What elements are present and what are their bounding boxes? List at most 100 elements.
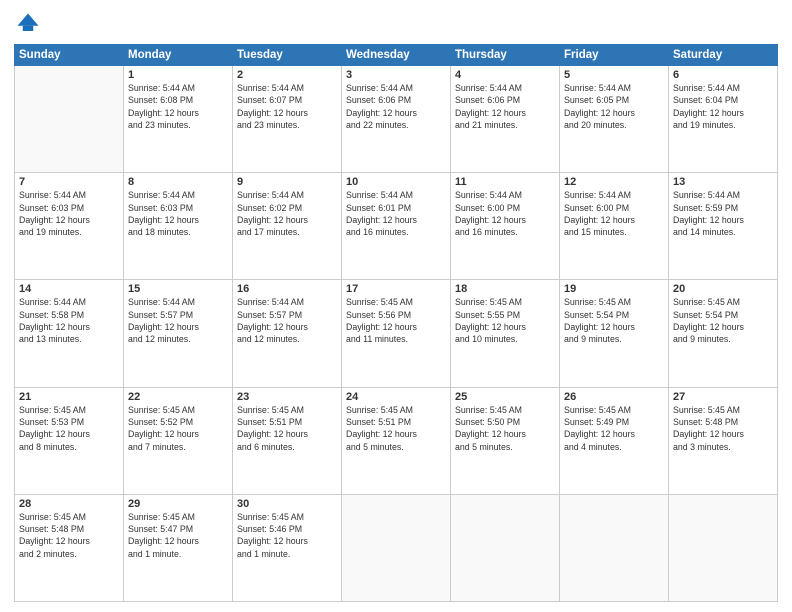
sunrise-label: Sunrise: 5:44 AM — [19, 297, 86, 307]
day-info: Sunrise: 5:44 AM Sunset: 6:04 PM Dayligh… — [673, 82, 773, 131]
calendar-week-3: 14 Sunrise: 5:44 AM Sunset: 5:58 PM Dayl… — [15, 280, 778, 387]
sunset-label: Sunset: 5:56 PM — [346, 310, 411, 320]
day-number: 22 — [128, 391, 228, 403]
sunrise-label: Sunrise: 5:45 AM — [455, 405, 522, 415]
sunrise-label: Sunrise: 5:44 AM — [237, 297, 304, 307]
daylight-label: Daylight: 12 hours and 9 minutes. — [564, 322, 635, 344]
daylight-label: Daylight: 12 hours and 21 minutes. — [455, 108, 526, 130]
calendar-cell: 21 Sunrise: 5:45 AM Sunset: 5:53 PM Dayl… — [15, 387, 124, 494]
calendar-cell: 24 Sunrise: 5:45 AM Sunset: 5:51 PM Dayl… — [342, 387, 451, 494]
calendar-cell: 9 Sunrise: 5:44 AM Sunset: 6:02 PM Dayli… — [233, 173, 342, 280]
sunset-label: Sunset: 6:06 PM — [455, 95, 520, 105]
day-number: 7 — [19, 176, 119, 188]
daylight-label: Daylight: 12 hours and 18 minutes. — [128, 215, 199, 237]
day-info: Sunrise: 5:45 AM Sunset: 5:51 PM Dayligh… — [237, 404, 337, 453]
day-info: Sunrise: 5:44 AM Sunset: 6:00 PM Dayligh… — [455, 189, 555, 238]
sunrise-label: Sunrise: 5:45 AM — [564, 297, 631, 307]
day-number: 15 — [128, 283, 228, 295]
daylight-label: Daylight: 12 hours and 2 minutes. — [19, 536, 90, 558]
day-number: 6 — [673, 69, 773, 81]
daylight-label: Daylight: 12 hours and 12 minutes. — [128, 322, 199, 344]
sunset-label: Sunset: 5:58 PM — [19, 310, 84, 320]
sunset-label: Sunset: 5:46 PM — [237, 524, 302, 534]
day-info: Sunrise: 5:45 AM Sunset: 5:54 PM Dayligh… — [673, 296, 773, 345]
day-number: 21 — [19, 391, 119, 403]
calendar-cell: 19 Sunrise: 5:45 AM Sunset: 5:54 PM Dayl… — [560, 280, 669, 387]
sunset-label: Sunset: 6:08 PM — [128, 95, 193, 105]
day-header-sunday: Sunday — [15, 45, 124, 66]
day-header-wednesday: Wednesday — [342, 45, 451, 66]
day-info: Sunrise: 5:44 AM Sunset: 6:01 PM Dayligh… — [346, 189, 446, 238]
sunset-label: Sunset: 6:03 PM — [19, 203, 84, 213]
day-number: 2 — [237, 69, 337, 81]
calendar-cell: 4 Sunrise: 5:44 AM Sunset: 6:06 PM Dayli… — [451, 66, 560, 173]
sunset-label: Sunset: 6:07 PM — [237, 95, 302, 105]
day-info: Sunrise: 5:45 AM Sunset: 5:51 PM Dayligh… — [346, 404, 446, 453]
sunrise-label: Sunrise: 5:45 AM — [237, 512, 304, 522]
daylight-label: Daylight: 12 hours and 10 minutes. — [455, 322, 526, 344]
sunset-label: Sunset: 5:57 PM — [237, 310, 302, 320]
calendar-cell — [560, 494, 669, 601]
sunset-label: Sunset: 6:03 PM — [128, 203, 193, 213]
day-info: Sunrise: 5:44 AM Sunset: 5:57 PM Dayligh… — [128, 296, 228, 345]
day-number: 27 — [673, 391, 773, 403]
day-header-saturday: Saturday — [669, 45, 778, 66]
daylight-label: Daylight: 12 hours and 7 minutes. — [128, 429, 199, 451]
calendar-cell: 2 Sunrise: 5:44 AM Sunset: 6:07 PM Dayli… — [233, 66, 342, 173]
sunrise-label: Sunrise: 5:44 AM — [128, 83, 195, 93]
logo — [14, 10, 46, 38]
daylight-label: Daylight: 12 hours and 6 minutes. — [237, 429, 308, 451]
day-info: Sunrise: 5:45 AM Sunset: 5:52 PM Dayligh… — [128, 404, 228, 453]
day-info: Sunrise: 5:45 AM Sunset: 5:48 PM Dayligh… — [673, 404, 773, 453]
day-number: 5 — [564, 69, 664, 81]
calendar-cell — [451, 494, 560, 601]
day-number: 3 — [346, 69, 446, 81]
day-info: Sunrise: 5:44 AM Sunset: 6:00 PM Dayligh… — [564, 189, 664, 238]
sunset-label: Sunset: 6:04 PM — [673, 95, 738, 105]
day-info: Sunrise: 5:44 AM Sunset: 6:06 PM Dayligh… — [346, 82, 446, 131]
daylight-label: Daylight: 12 hours and 20 minutes. — [564, 108, 635, 130]
sunset-label: Sunset: 5:59 PM — [673, 203, 738, 213]
daylight-label: Daylight: 12 hours and 3 minutes. — [673, 429, 744, 451]
calendar-header-row: SundayMondayTuesdayWednesdayThursdayFrid… — [15, 45, 778, 66]
day-header-monday: Monday — [124, 45, 233, 66]
daylight-label: Daylight: 12 hours and 17 minutes. — [237, 215, 308, 237]
sunrise-label: Sunrise: 5:45 AM — [19, 405, 86, 415]
calendar-week-2: 7 Sunrise: 5:44 AM Sunset: 6:03 PM Dayli… — [15, 173, 778, 280]
sunset-label: Sunset: 5:48 PM — [19, 524, 84, 534]
daylight-label: Daylight: 12 hours and 8 minutes. — [19, 429, 90, 451]
calendar-cell: 12 Sunrise: 5:44 AM Sunset: 6:00 PM Dayl… — [560, 173, 669, 280]
calendar-table: SundayMondayTuesdayWednesdayThursdayFrid… — [14, 44, 778, 602]
sunrise-label: Sunrise: 5:45 AM — [128, 405, 195, 415]
daylight-label: Daylight: 12 hours and 5 minutes. — [346, 429, 417, 451]
sunset-label: Sunset: 5:49 PM — [564, 417, 629, 427]
daylight-label: Daylight: 12 hours and 4 minutes. — [564, 429, 635, 451]
day-header-tuesday: Tuesday — [233, 45, 342, 66]
calendar-cell: 20 Sunrise: 5:45 AM Sunset: 5:54 PM Dayl… — [669, 280, 778, 387]
day-number: 29 — [128, 498, 228, 510]
daylight-label: Daylight: 12 hours and 13 minutes. — [19, 322, 90, 344]
daylight-label: Daylight: 12 hours and 16 minutes. — [346, 215, 417, 237]
daylight-label: Daylight: 12 hours and 11 minutes. — [346, 322, 417, 344]
sunset-label: Sunset: 5:48 PM — [673, 417, 738, 427]
calendar-cell: 27 Sunrise: 5:45 AM Sunset: 5:48 PM Dayl… — [669, 387, 778, 494]
daylight-label: Daylight: 12 hours and 5 minutes. — [455, 429, 526, 451]
daylight-label: Daylight: 12 hours and 15 minutes. — [564, 215, 635, 237]
day-number: 4 — [455, 69, 555, 81]
sunrise-label: Sunrise: 5:45 AM — [564, 405, 631, 415]
sunrise-label: Sunrise: 5:45 AM — [237, 405, 304, 415]
sunrise-label: Sunrise: 5:44 AM — [237, 190, 304, 200]
calendar-cell: 26 Sunrise: 5:45 AM Sunset: 5:49 PM Dayl… — [560, 387, 669, 494]
calendar-cell: 8 Sunrise: 5:44 AM Sunset: 6:03 PM Dayli… — [124, 173, 233, 280]
calendar-cell: 14 Sunrise: 5:44 AM Sunset: 5:58 PM Dayl… — [15, 280, 124, 387]
daylight-label: Daylight: 12 hours and 12 minutes. — [237, 322, 308, 344]
sunset-label: Sunset: 6:00 PM — [564, 203, 629, 213]
day-number: 19 — [564, 283, 664, 295]
calendar-week-5: 28 Sunrise: 5:45 AM Sunset: 5:48 PM Dayl… — [15, 494, 778, 601]
sunset-label: Sunset: 5:54 PM — [564, 310, 629, 320]
day-info: Sunrise: 5:45 AM Sunset: 5:50 PM Dayligh… — [455, 404, 555, 453]
day-number: 12 — [564, 176, 664, 188]
calendar-cell — [342, 494, 451, 601]
calendar-cell: 29 Sunrise: 5:45 AM Sunset: 5:47 PM Dayl… — [124, 494, 233, 601]
sunrise-label: Sunrise: 5:45 AM — [19, 512, 86, 522]
